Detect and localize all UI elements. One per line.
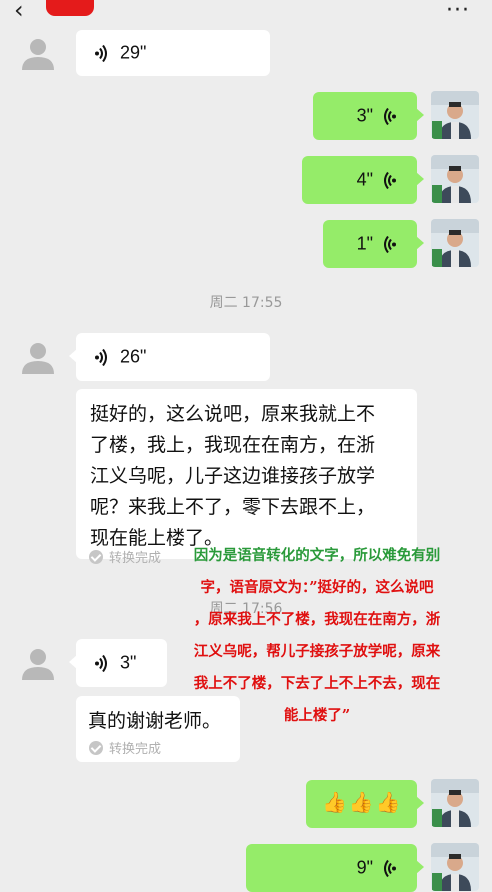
transcription-line: 了楼，我上，我现在在南方，在浙 (90, 434, 376, 456)
voice-message[interactable]: 29" (76, 30, 270, 76)
voice-duration: 9" (356, 857, 373, 878)
annotation-line: ，原来我上不了楼，我现在在南方，浙 (193, 611, 441, 628)
thumbs-up-icon: 👍👍👍 (322, 790, 403, 814)
avatar[interactable] (431, 91, 479, 139)
convert-status-label: 转换完成 (109, 742, 162, 757)
check-icon (89, 549, 103, 564)
more-icon[interactable]: ··· (446, 0, 470, 23)
redacted-contact-name (46, 0, 94, 16)
voice-message[interactable]: 9" (246, 844, 424, 892)
annotation-line: 我上不了楼，下去了上不上不去，现在 (193, 675, 441, 692)
voice-wave-icon (384, 171, 396, 189)
voice-wave-icon (384, 107, 396, 125)
voice-message[interactable]: 1" (323, 220, 424, 268)
voice-duration: 3" (356, 105, 373, 126)
voice-wave-icon (95, 44, 107, 62)
annotation-green-line: 因为是语音转化的文字，所以难免有别 (193, 547, 441, 564)
voice-duration: 4" (356, 169, 373, 190)
voice-wave-icon (384, 859, 396, 877)
emoji-message[interactable]: 👍👍👍 (306, 780, 424, 828)
voice-wave-icon (384, 235, 396, 253)
annotation-line: 字，语音原文为：”挺好的，这么说吧 (200, 579, 434, 596)
chevron-left-icon[interactable]: ‹ (14, 0, 24, 24)
voice-duration: 26" (120, 346, 147, 367)
voice-wave-icon (95, 348, 107, 366)
convert-status: 转换完成 (89, 547, 161, 566)
convert-status: 转换完成 (89, 738, 161, 757)
annotation-line: 能上楼了” (283, 707, 351, 724)
voice-duration: 3" (120, 652, 137, 673)
timestamp: 周二 17:55 (209, 295, 283, 311)
transcription-line: 呢？来我上不了，零下去跟不上， (90, 496, 376, 518)
transcription-text[interactable]: 挺好的，这么说吧，原来我就上不 了楼，我上，我现在在南方，在浙 江义乌呢，儿子这… (76, 389, 417, 559)
voice-wave-icon (95, 654, 107, 672)
avatar[interactable] (431, 779, 479, 827)
voice-duration: 29" (120, 42, 147, 63)
avatar[interactable] (431, 155, 479, 203)
chat-header: ‹ ··· (0, 0, 492, 24)
voice-duration: 1" (356, 233, 373, 254)
annotation-line: 江义乌呢，帮儿子接孩子放学呢，原来 (193, 643, 441, 660)
convert-status-label: 转换完成 (109, 551, 162, 566)
avatar[interactable] (16, 334, 60, 378)
avatar[interactable] (16, 640, 60, 684)
avatar[interactable] (431, 219, 479, 267)
transcription-line: 江义乌呢，儿子这边谁接孩子放学 (90, 465, 376, 487)
voice-message[interactable]: 26" (69, 333, 270, 381)
annotation-note: 因为是语音转化的文字，所以难免有别 字，语音原文为：”挺好的，这么说吧 ，原来我… (164, 540, 470, 732)
avatar[interactable] (431, 843, 479, 891)
voice-message[interactable]: 3" (69, 639, 167, 687)
avatar[interactable] (16, 30, 60, 74)
voice-message[interactable]: 3" (313, 92, 424, 140)
transcription-line: 挺好的，这么说吧，原来我就上不 (90, 403, 376, 425)
check-icon (89, 740, 103, 755)
voice-message[interactable]: 4" (302, 156, 424, 204)
